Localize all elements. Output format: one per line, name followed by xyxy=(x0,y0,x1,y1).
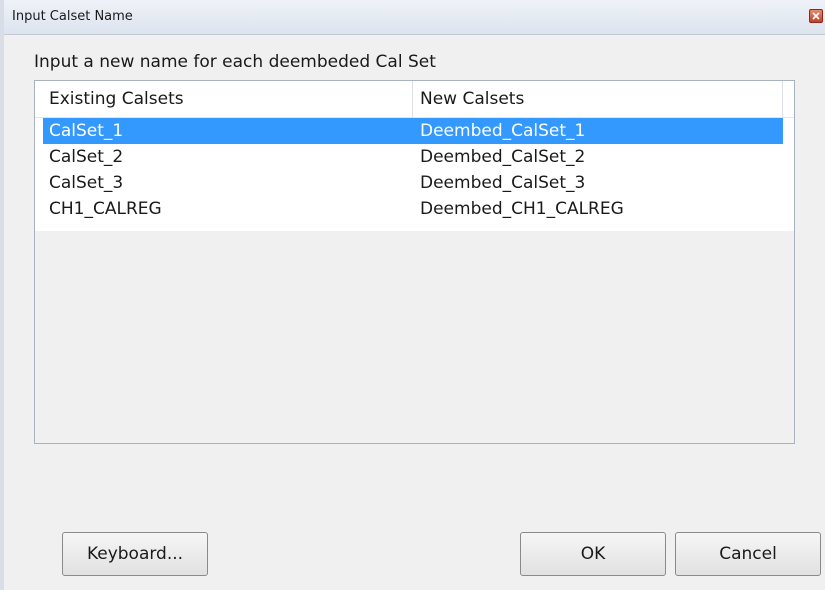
cell-new-calset[interactable]: Deembed_CalSet_1 xyxy=(420,118,585,144)
cell-existing-calset: CH1_CALREG xyxy=(49,199,162,219)
list-empty-area xyxy=(35,231,794,443)
cancel-button[interactable]: Cancel xyxy=(675,532,821,576)
table-row[interactable]: CalSet_2 Deembed_CalSet_2 xyxy=(43,144,783,170)
window-title: Input Calset Name xyxy=(12,9,133,24)
table-row[interactable]: CalSet_3 Deembed_CalSet_3 xyxy=(43,170,783,196)
cell-new-calset[interactable]: Deembed_CalSet_2 xyxy=(420,144,585,170)
column-header-filler xyxy=(783,81,794,117)
cell-existing-calset: CalSet_1 xyxy=(49,121,124,141)
keyboard-button[interactable]: Keyboard... xyxy=(62,532,208,576)
close-button[interactable] xyxy=(809,9,823,23)
column-header-existing[interactable]: Existing Calsets xyxy=(35,81,413,117)
title-bar[interactable]: Input Calset Name xyxy=(4,0,825,35)
calset-list[interactable]: Existing Calsets New Calsets CalSet_1 De… xyxy=(34,80,795,444)
cell-existing-calset: CalSet_3 xyxy=(49,173,124,193)
cell-new-calset[interactable]: Deembed_CH1_CALREG xyxy=(420,196,624,222)
cell-existing-calset: CalSet_2 xyxy=(49,147,124,167)
list-header: Existing Calsets New Calsets xyxy=(35,81,794,118)
ok-button[interactable]: OK xyxy=(520,532,666,576)
table-row[interactable]: CalSet_1 Deembed_CalSet_1 xyxy=(43,118,783,144)
dialog-window: Input Calset Name Input a new name for e… xyxy=(0,0,825,590)
column-header-new[interactable]: New Calsets xyxy=(413,81,783,117)
instruction-label: Input a new name for each deembeded Cal … xyxy=(34,52,436,72)
close-icon xyxy=(812,12,820,20)
table-row[interactable]: CH1_CALREG Deembed_CH1_CALREG xyxy=(43,196,783,222)
cell-new-calset[interactable]: Deembed_CalSet_3 xyxy=(420,170,585,196)
